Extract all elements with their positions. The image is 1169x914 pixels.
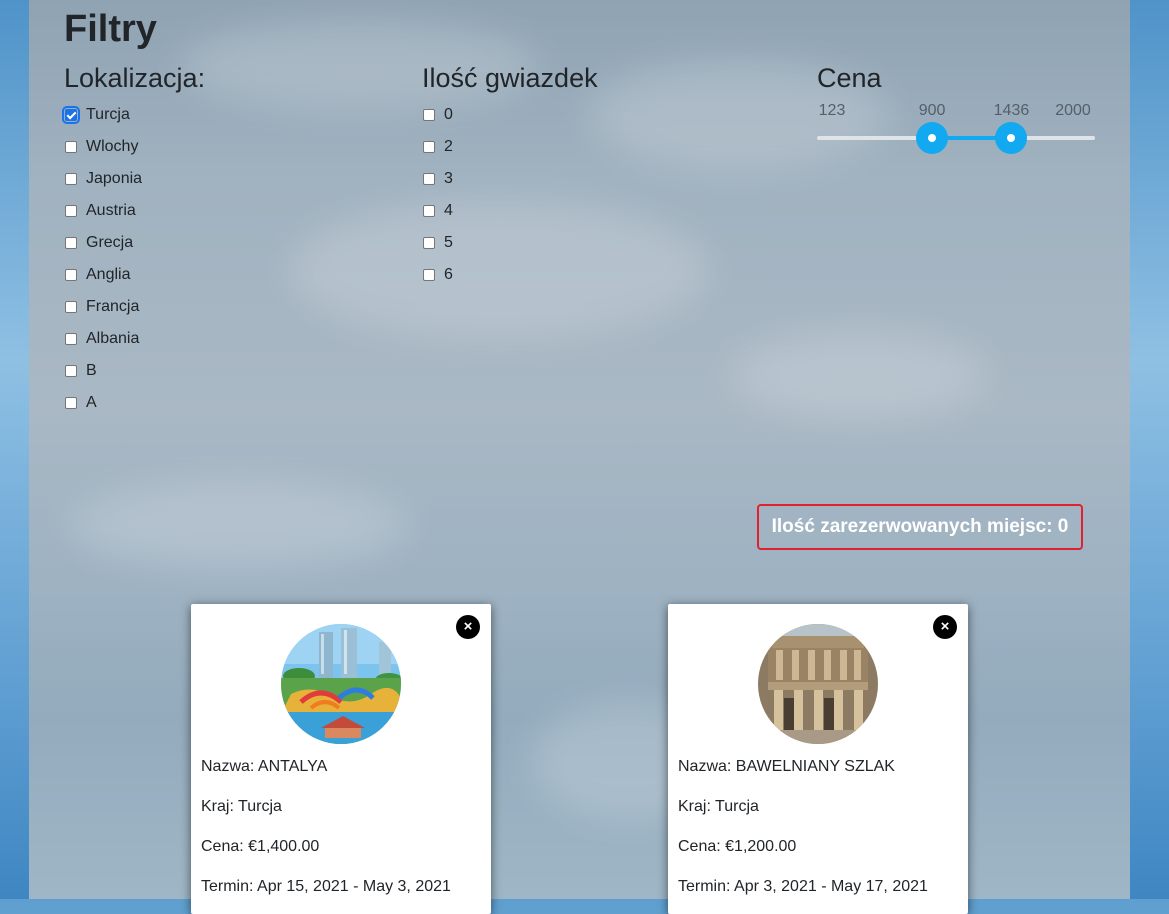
trip-term: Termin: Apr 15, 2021 - May 3, 2021: [201, 878, 451, 895]
stars-option[interactable]: 0: [422, 105, 453, 137]
stars-checkbox[interactable]: [423, 205, 435, 217]
stars-label: 2: [444, 138, 453, 155]
location-heading: Lokalizacja:: [64, 63, 206, 93]
location-checkbox[interactable]: [65, 141, 77, 153]
location-checkbox[interactable]: [65, 301, 77, 313]
price-min-label: 123: [818, 102, 846, 119]
trip-price: Cena: €1,400.00: [201, 838, 320, 855]
location-option[interactable]: Japonia: [64, 169, 142, 201]
location-option[interactable]: Turcja: [62, 105, 142, 137]
location-label: Wlochy: [86, 138, 139, 155]
price-range-slider[interactable]: 123 900 1436 2000: [817, 100, 1095, 160]
background-right: [1130, 0, 1169, 899]
trip-country: Kraj: Turcja: [201, 798, 282, 815]
stars-label: 3: [444, 170, 453, 187]
location-option[interactable]: A: [64, 393, 142, 425]
background-left: [0, 0, 29, 899]
stars-label: 6: [444, 266, 453, 283]
stars-option[interactable]: 3: [422, 169, 453, 201]
trip-card[interactable]: × Nazwa: ANTALYA Kraj: Turcja Cena: €1,4…: [191, 604, 491, 914]
trip-name: Nazwa: BAWELNIANY SZLAK: [678, 758, 895, 775]
close-icon[interactable]: ×: [933, 615, 957, 639]
location-options: Turcja Wlochy Japonia Austria Grecja Anglia Fr…: [62, 105, 142, 425]
location-checkbox[interactable]: [65, 269, 77, 281]
location-option[interactable]: Albania: [64, 329, 142, 361]
filters-title: Filtry: [64, 8, 157, 50]
reserved-seats-counter: Ilość zarezerwowanych miejsc: 0: [757, 504, 1083, 550]
stars-label: 0: [444, 106, 453, 123]
stars-heading: Ilość gwiazdek: [422, 63, 598, 93]
trip-term: Termin: Apr 3, 2021 - May 17, 2021: [678, 878, 928, 895]
stars-checkbox[interactable]: [423, 109, 435, 121]
location-label: B: [86, 362, 97, 379]
location-checkbox[interactable]: [65, 333, 77, 345]
stars-label: 5: [444, 234, 453, 251]
location-checkbox[interactable]: [65, 397, 77, 409]
stars-option[interactable]: 6: [422, 265, 453, 297]
stars-option[interactable]: 5: [422, 233, 453, 265]
trip-price: Cena: €1,200.00: [678, 838, 797, 855]
location-option[interactable]: Francja: [64, 297, 142, 329]
price-high-handle[interactable]: [995, 122, 1028, 154]
location-option[interactable]: Anglia: [64, 265, 142, 297]
location-label: A: [86, 394, 97, 411]
location-checkbox[interactable]: [65, 237, 77, 249]
location-checkbox[interactable]: [65, 365, 77, 377]
trip-country: Kraj: Turcja: [678, 798, 759, 815]
trip-card[interactable]: × Nazwa: BAWELNIANY SZLAK Kraj: Turcja C…: [668, 604, 968, 914]
location-label: Turcja: [86, 106, 130, 123]
stars-option[interactable]: 4: [422, 201, 453, 233]
location-label: Albania: [86, 330, 140, 347]
location-option[interactable]: Wlochy: [64, 137, 142, 169]
stars-checkbox[interactable]: [423, 269, 435, 281]
price-low-handle[interactable]: [916, 122, 949, 154]
location-checkbox[interactable]: [62, 106, 80, 124]
trip-image: [758, 624, 878, 744]
trip-name: Nazwa: ANTALYA: [201, 758, 328, 775]
location-label: Francja: [86, 298, 140, 315]
location-checkbox[interactable]: [65, 205, 77, 217]
stars-option[interactable]: 2: [422, 137, 453, 169]
location-label: Grecja: [86, 234, 134, 251]
stars-label: 4: [444, 202, 453, 219]
price-low-label: 900: [918, 102, 946, 119]
price-high-label: 1436: [993, 102, 1030, 119]
location-label: Anglia: [86, 266, 131, 283]
location-label: Austria: [86, 202, 136, 219]
location-option[interactable]: Austria: [64, 201, 142, 233]
location-checkbox[interactable]: [65, 173, 77, 185]
price-heading: Cena: [817, 63, 882, 93]
location-option[interactable]: B: [64, 361, 142, 393]
stars-checkbox[interactable]: [423, 237, 435, 249]
stars-checkbox[interactable]: [423, 173, 435, 185]
close-icon[interactable]: ×: [456, 615, 480, 639]
stars-options: 0 2 3 4 5 6: [422, 105, 453, 297]
location-label: Japonia: [86, 170, 143, 187]
price-max-label: 2000: [1055, 102, 1091, 119]
location-option[interactable]: Grecja: [64, 233, 142, 265]
stars-checkbox[interactable]: [423, 141, 435, 153]
trip-image: [281, 624, 401, 744]
